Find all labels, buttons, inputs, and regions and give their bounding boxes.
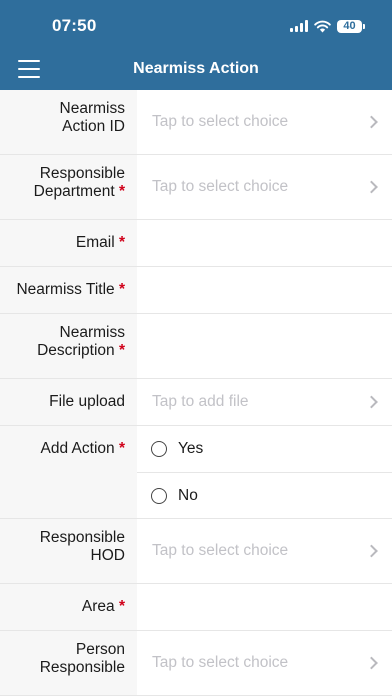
required-marker: * bbox=[118, 281, 125, 298]
file-upload-label: File upload bbox=[0, 379, 137, 425]
area-row[interactable]: Area * bbox=[0, 584, 392, 631]
page-title: Nearmiss Action bbox=[133, 60, 259, 77]
option-label: Yes bbox=[178, 440, 204, 457]
required-marker: * bbox=[118, 183, 125, 200]
status-time: 07:50 bbox=[52, 16, 97, 35]
responsible-department-label: Responsible Department * bbox=[0, 155, 137, 219]
nearmiss-title-row[interactable]: Nearmiss Title * bbox=[0, 267, 392, 314]
file-upload-button[interactable]: Tap to add file bbox=[137, 379, 392, 425]
area-label: Area * bbox=[0, 584, 137, 630]
required-marker: * bbox=[118, 598, 125, 615]
nearmiss-description-field[interactable] bbox=[137, 314, 392, 378]
area-field[interactable] bbox=[137, 584, 392, 630]
nearmiss-action-id-row[interactable]: Nearmiss Action ID Tap to select choice bbox=[0, 90, 392, 155]
person-responsible-placeholder: Tap to select choice bbox=[152, 654, 289, 671]
chevron-right-icon bbox=[365, 180, 378, 194]
required-marker: * bbox=[118, 440, 125, 457]
nearmiss-title-label: Nearmiss Title * bbox=[0, 267, 137, 313]
chevron-right-icon bbox=[365, 544, 378, 558]
signal-icon bbox=[290, 20, 308, 32]
person-responsible-select[interactable]: Tap to select choice bbox=[137, 631, 392, 695]
responsible-hod-select[interactable]: Tap to select choice bbox=[137, 519, 392, 583]
add-action-label: Add Action * bbox=[0, 426, 137, 518]
email-row[interactable]: Email * bbox=[0, 220, 392, 267]
add-action-option-yes[interactable]: Yes bbox=[137, 426, 392, 472]
add-action-option-no[interactable]: No bbox=[137, 472, 392, 518]
option-label: No bbox=[178, 486, 198, 504]
app-header: 07:50 40 Nearmiss Action bbox=[0, 0, 392, 90]
nearmiss-description-row[interactable]: Nearmiss Description * bbox=[0, 314, 392, 379]
responsible-department-select[interactable]: Tap to select choice bbox=[137, 155, 392, 219]
add-action-radio-group: Yes No bbox=[137, 426, 392, 518]
responsible-hod-placeholder: Tap to select choice bbox=[152, 542, 289, 559]
nearmiss-description-label: Nearmiss Description * bbox=[0, 314, 137, 378]
status-icons: 40 bbox=[290, 17, 365, 35]
responsible-hod-row[interactable]: Responsible HOD Tap to select choice bbox=[0, 519, 392, 584]
email-label: Email * bbox=[0, 220, 137, 266]
responsible-department-row[interactable]: Responsible Department * Tap to select c… bbox=[0, 155, 392, 220]
file-upload-placeholder: Tap to add file bbox=[152, 393, 249, 410]
chevron-right-icon bbox=[365, 115, 378, 129]
radio-button-icon[interactable] bbox=[151, 487, 167, 504]
chevron-right-icon bbox=[365, 656, 378, 670]
person-responsible-label: Person Responsible bbox=[0, 631, 137, 695]
radio-button-icon[interactable] bbox=[151, 441, 167, 457]
chevron-right-icon bbox=[365, 395, 378, 409]
nearmiss-title-field[interactable] bbox=[137, 267, 392, 313]
wifi-icon bbox=[314, 20, 331, 32]
responsible-department-placeholder: Tap to select choice bbox=[152, 178, 289, 195]
file-upload-row[interactable]: File upload Tap to add file bbox=[0, 379, 392, 426]
nearmiss-action-id-select[interactable]: Tap to select choice bbox=[137, 90, 392, 154]
responsible-hod-label: Responsible HOD bbox=[0, 519, 137, 583]
required-marker: * bbox=[118, 234, 125, 251]
add-action-row: Add Action * Yes No bbox=[0, 426, 392, 519]
nearmiss-action-form: Nearmiss Action ID Tap to select choice … bbox=[0, 90, 392, 696]
nearmiss-action-id-placeholder: Tap to select choice bbox=[152, 113, 289, 130]
battery-icon: 40 bbox=[337, 19, 365, 33]
nearmiss-action-id-label: Nearmiss Action ID bbox=[0, 90, 137, 154]
email-field[interactable] bbox=[137, 220, 392, 266]
person-responsible-row[interactable]: Person Responsible Tap to select choice bbox=[0, 631, 392, 696]
required-marker: * bbox=[118, 342, 125, 359]
